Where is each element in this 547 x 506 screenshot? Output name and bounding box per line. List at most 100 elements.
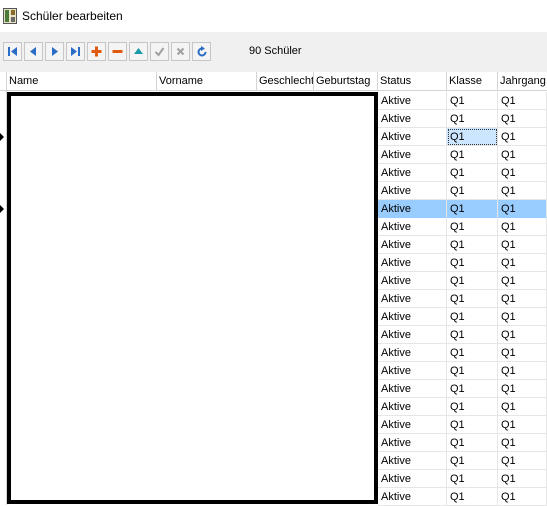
cell-status[interactable]: Aktive — [378, 272, 447, 290]
cell-klasse[interactable]: Q1 — [447, 398, 498, 416]
cell-klasse[interactable]: Q1 — [447, 326, 498, 344]
first-icon — [8, 47, 17, 56]
column-header-vorname[interactable]: Vorname — [157, 72, 257, 90]
prev-icon — [30, 47, 36, 56]
add-record-button[interactable] — [87, 42, 106, 61]
cell-status[interactable]: Aktive — [378, 146, 447, 164]
next-icon — [52, 47, 58, 56]
cell-klasse[interactable]: Q1 — [447, 164, 498, 182]
cell-jahrgang[interactable]: Q1 — [498, 488, 547, 506]
refresh-button[interactable] — [192, 42, 211, 61]
refresh-icon — [197, 45, 206, 56]
cell-jahrgang[interactable]: Q1 — [498, 200, 547, 218]
cell-status[interactable]: Aktive — [378, 254, 447, 272]
cell-status[interactable]: Aktive — [378, 434, 447, 452]
cell-klasse[interactable]: Q1 — [447, 92, 498, 110]
cell-jahrgang[interactable]: Q1 — [498, 182, 547, 200]
grid-header: Name Vorname Geschlecht Geburtstag Statu… — [0, 72, 547, 91]
cell-jahrgang[interactable]: Q1 — [498, 344, 547, 362]
prev-record-button[interactable] — [24, 42, 43, 61]
cell-status[interactable]: Aktive — [378, 344, 447, 362]
last-record-button[interactable] — [66, 42, 85, 61]
cell-klasse[interactable]: Q1 — [447, 128, 498, 146]
cell-klasse[interactable]: Q1 — [447, 470, 498, 488]
first-record-button[interactable] — [3, 42, 22, 61]
cancel-icon — [176, 47, 185, 56]
cell-jahrgang[interactable]: Q1 — [498, 380, 547, 398]
column-header-jahrgang[interactable]: Jahrgang — [498, 72, 547, 90]
cell-jahrgang[interactable]: Q1 — [498, 272, 547, 290]
cell-jahrgang[interactable]: Q1 — [498, 470, 547, 488]
column-header-name[interactable]: Name — [7, 72, 157, 90]
cell-jahrgang[interactable]: Q1 — [498, 236, 547, 254]
delete-record-button[interactable] — [108, 42, 127, 61]
cell-status[interactable]: Aktive — [378, 362, 447, 380]
column-header-geschlecht[interactable]: Geschlecht — [257, 72, 314, 90]
cell-status[interactable]: Aktive — [378, 182, 447, 200]
cell-klasse[interactable]: Q1 — [447, 182, 498, 200]
row-indicator-arrow-icon — [0, 205, 4, 213]
column-header-klasse[interactable]: Klasse — [447, 72, 498, 90]
cell-status[interactable]: Aktive — [378, 398, 447, 416]
cell-jahrgang[interactable]: Q1 — [498, 434, 547, 452]
cell-status[interactable]: Aktive — [378, 110, 447, 128]
cell-klasse[interactable]: Q1 — [447, 272, 498, 290]
cell-jahrgang[interactable]: Q1 — [498, 398, 547, 416]
cell-jahrgang[interactable]: Q1 — [498, 452, 547, 470]
cell-jahrgang[interactable]: Q1 — [498, 92, 547, 110]
redacted-area — [7, 92, 378, 504]
cell-klasse[interactable]: Q1 — [447, 200, 498, 218]
cell-jahrgang[interactable]: Q1 — [498, 128, 547, 146]
cell-status[interactable]: Aktive — [378, 452, 447, 470]
cell-klasse[interactable]: Q1 — [447, 344, 498, 362]
app-icon — [3, 8, 17, 24]
cell-jahrgang[interactable]: Q1 — [498, 146, 547, 164]
next-record-button[interactable] — [45, 42, 64, 61]
cell-status[interactable]: Aktive — [378, 218, 447, 236]
cell-jahrgang[interactable]: Q1 — [498, 416, 547, 434]
indicator-header — [0, 72, 7, 90]
cell-klasse[interactable]: Q1 — [447, 146, 498, 164]
cell-status[interactable]: Aktive — [378, 470, 447, 488]
cell-status[interactable]: Aktive — [378, 488, 447, 506]
cell-status[interactable]: Aktive — [378, 308, 447, 326]
cell-jahrgang[interactable]: Q1 — [498, 164, 547, 182]
cell-jahrgang[interactable]: Q1 — [498, 254, 547, 272]
cell-jahrgang[interactable]: Q1 — [498, 110, 547, 128]
cell-klasse[interactable]: Q1 — [447, 488, 498, 506]
record-count: 90 Schüler — [249, 45, 302, 57]
cell-klasse[interactable]: Q1 — [447, 110, 498, 128]
cell-status[interactable]: Aktive — [378, 290, 447, 308]
cell-klasse[interactable]: Q1 — [447, 362, 498, 380]
cell-klasse[interactable]: Q1 — [447, 254, 498, 272]
cell-klasse[interactable]: Q1 — [447, 236, 498, 254]
cell-status[interactable]: Aktive — [378, 164, 447, 182]
cell-status[interactable]: Aktive — [378, 200, 447, 218]
last-icon — [71, 47, 80, 56]
cell-klasse[interactable]: Q1 — [447, 380, 498, 398]
minus-icon — [112, 50, 123, 53]
cancel-record-button[interactable] — [171, 42, 190, 61]
cell-klasse[interactable]: Q1 — [447, 308, 498, 326]
cell-klasse[interactable]: Q1 — [447, 218, 498, 236]
cell-jahrgang[interactable]: Q1 — [498, 326, 547, 344]
cell-klasse[interactable]: Q1 — [447, 434, 498, 452]
cell-jahrgang[interactable]: Q1 — [498, 308, 547, 326]
cell-status[interactable]: Aktive — [378, 416, 447, 434]
cell-status[interactable]: Aktive — [378, 380, 447, 398]
cell-status[interactable]: Aktive — [378, 326, 447, 344]
column-header-status[interactable]: Status — [378, 72, 447, 90]
edit-record-button[interactable] — [129, 42, 148, 61]
title-bar: Schüler bearbeiten — [0, 0, 547, 32]
cell-klasse[interactable]: Q1 — [447, 416, 498, 434]
cell-jahrgang[interactable]: Q1 — [498, 218, 547, 236]
post-record-button[interactable] — [150, 42, 169, 61]
cell-klasse[interactable]: Q1 — [447, 290, 498, 308]
column-header-geburtstag[interactable]: Geburtstag — [314, 72, 378, 90]
cell-status[interactable]: Aktive — [378, 236, 447, 254]
cell-status[interactable]: Aktive — [378, 92, 447, 110]
cell-status[interactable]: Aktive — [378, 128, 447, 146]
cell-jahrgang[interactable]: Q1 — [498, 290, 547, 308]
cell-jahrgang[interactable]: Q1 — [498, 362, 547, 380]
cell-klasse[interactable]: Q1 — [447, 452, 498, 470]
